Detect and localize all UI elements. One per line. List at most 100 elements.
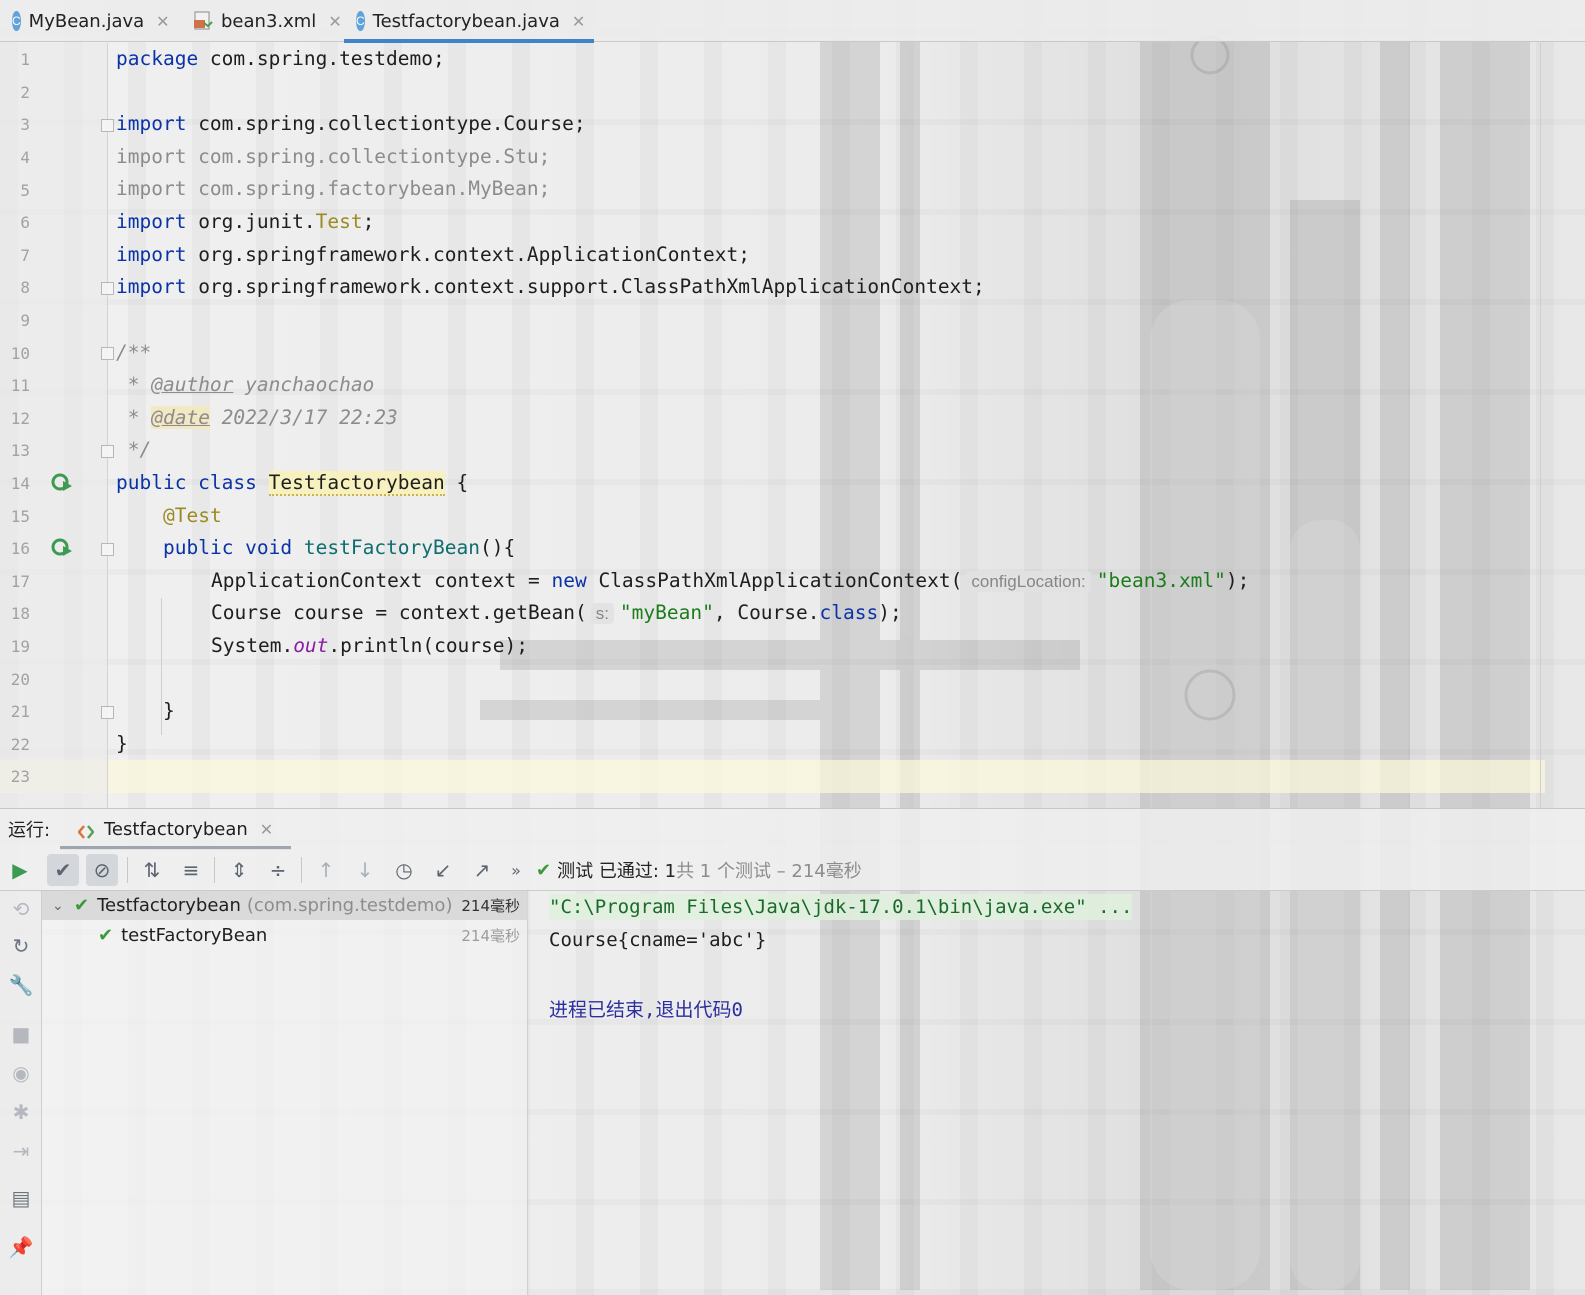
export-tests-icon[interactable]: ↗ [466, 854, 498, 886]
line-number: 9 [20, 311, 30, 330]
stop-icon[interactable]: ■ [8, 1021, 34, 1047]
editor-tab-bar: C MyBean.java ✕ bean3.xml ✕ C Testfactor… [0, 0, 1585, 43]
line-number: 4 [20, 148, 30, 167]
code-line-11: * @author yanchaochao [116, 373, 375, 396]
tab-mybean-java[interactable]: C MyBean.java ✕ [0, 0, 181, 42]
code-text: System. [211, 634, 294, 657]
line-number: 1 [20, 50, 30, 69]
rerun-icon[interactable]: ▶ [4, 854, 36, 886]
code-text: ApplicationContext context = [211, 569, 552, 592]
run-config-icon [77, 823, 95, 839]
layout-icon[interactable]: ▤ [8, 1185, 34, 1211]
more-icon[interactable]: » [500, 854, 532, 886]
code-line-12: * @date 2022/3/17 22:23 [116, 406, 398, 429]
keyword: public class [116, 471, 269, 494]
fold-marker[interactable] [101, 706, 114, 719]
camera-icon[interactable]: ◉ [8, 1060, 34, 1086]
tree-row-test-method[interactable]: ✔ testFactoryBean 214毫秒 [42, 921, 528, 950]
check-icon: ✔ [74, 895, 90, 916]
expand-all-icon[interactable]: ⇕ [223, 854, 255, 886]
sort-by-duration-icon[interactable]: ≡ [175, 854, 207, 886]
fold-marker[interactable] [101, 445, 114, 458]
toolbar-separator [214, 857, 215, 883]
code-line-16: public void testFactoryBean(){ [163, 536, 515, 559]
line-number: 5 [20, 181, 30, 200]
previous-failed-icon[interactable]: ↑ [310, 854, 342, 886]
close-icon[interactable]: ✕ [572, 11, 585, 31]
tab-label: MyBean.java [28, 10, 145, 32]
keyword: import [116, 112, 187, 135]
parameter-hint: s: [590, 603, 614, 624]
show-passed-icon[interactable]: ✔ [47, 854, 79, 886]
code-line-15: @Test [163, 504, 222, 527]
tab-testfactorybean-java[interactable]: C Testfactorybean.java ✕ [344, 0, 594, 43]
line-number: 10 [10, 344, 30, 363]
fold-marker[interactable] [101, 119, 114, 132]
string-literal: "bean3.xml" [1096, 569, 1226, 592]
javadoc-tag: @date [151, 406, 210, 429]
run-label: 运行: [8, 820, 51, 841]
line-number: 16 [10, 539, 30, 558]
run-tool-strip: ⟲ ↻ 🔧 ■ ◉ ✱ ⇥ ▤ 📌 [0, 891, 42, 1295]
line-number: 19 [10, 637, 30, 656]
toggle-auto-test-icon[interactable]: ↻ [8, 933, 34, 959]
code-editor[interactable]: 1 2 3 4 5 6 7 8 9 10 11 12 13 14 15 16 1… [0, 43, 1545, 808]
status-summary: 共 1 个测试 – 214毫秒 [676, 861, 862, 882]
java-test-class-icon: C [356, 11, 365, 31]
rerun-failed-icon[interactable]: ⟲ [8, 896, 34, 922]
line-number: 14 [10, 474, 30, 493]
close-icon[interactable]: ✕ [328, 11, 341, 31]
test-history-icon[interactable]: ◷ [388, 854, 420, 886]
line-number: 12 [10, 409, 30, 428]
status-prefix: 测试 已通过: 1 [557, 861, 677, 882]
console-command-line: "C:\Program Files\Java\jdk-17.0.1\bin\ja… [549, 894, 1133, 920]
console-output[interactable]: "C:\Program Files\Java\jdk-17.0.1\bin\ja… [529, 891, 1585, 1295]
run-tab-testfactorybean[interactable]: Testfactorybean ✕ [60, 809, 292, 850]
pin-icon[interactable]: 📌 [8, 1234, 34, 1260]
run-panel-header: 运行: Testfactorybean ✕ [0, 808, 1585, 850]
xml-file-icon [193, 11, 213, 31]
keyword: import [116, 275, 187, 298]
run-test-icon[interactable] [51, 472, 73, 494]
fold-marker[interactable] [101, 347, 114, 360]
comment-text: * [116, 373, 152, 396]
code-line-14: public class Testfactorybean { [116, 471, 468, 496]
tree-row-test-class[interactable]: ⌄ ✔ Testfactorybean (com.spring.testdemo… [42, 891, 528, 920]
code-line-1: package com.spring.testdemo; [116, 47, 445, 70]
collapse-all-icon[interactable]: ÷ [262, 854, 294, 886]
console-command: "C:\Program Files\Java\jdk-17.0.1\bin\ja… [549, 896, 1133, 918]
line-number: 2 [20, 83, 30, 102]
code-text: ); [878, 601, 902, 624]
tab-label: bean3.xml [221, 10, 317, 32]
next-failed-icon[interactable]: ↓ [349, 854, 381, 886]
code-line-17: ApplicationContext context = new ClassPa… [211, 569, 1249, 592]
exit-icon[interactable]: ⇥ [8, 1138, 34, 1164]
keyword: import [116, 210, 187, 233]
method-name: testFactoryBean [303, 536, 480, 559]
code-text: .println(course); [328, 634, 529, 657]
chevron-down-icon[interactable]: ⌄ [52, 898, 66, 914]
keyword: public void [163, 536, 304, 559]
run-test-icon[interactable] [51, 537, 73, 559]
keyword: class [819, 601, 879, 624]
code-text: ClassPathXmlApplicationContext( [586, 569, 963, 592]
sort-alphabetically-icon[interactable]: ⇅ [136, 854, 168, 886]
fold-marker[interactable] [101, 282, 114, 295]
line-number: 20 [10, 670, 30, 689]
debug-icon[interactable]: ✱ [8, 1099, 34, 1125]
close-icon[interactable]: ✕ [156, 11, 169, 31]
editor-scrollbar-edge[interactable] [1540, 43, 1541, 808]
line-number: 6 [20, 213, 30, 232]
show-ignored-icon[interactable]: ⊘ [86, 854, 118, 886]
javadoc-tag: @author [151, 373, 234, 396]
test-package: (com.spring.testdemo) [246, 895, 453, 916]
tab-bean3-xml[interactable]: bean3.xml ✕ [181, 0, 344, 42]
code-text: org.springframework.context.support.Clas… [186, 275, 985, 298]
fold-marker[interactable] [101, 543, 114, 556]
import-tests-icon[interactable]: ↙ [427, 854, 459, 886]
close-icon[interactable]: ✕ [260, 820, 273, 839]
java-class-icon: C [12, 11, 21, 31]
wrench-icon[interactable]: 🔧 [8, 972, 34, 998]
code-text: ); [1225, 569, 1250, 592]
code-line-21: } [163, 699, 175, 722]
